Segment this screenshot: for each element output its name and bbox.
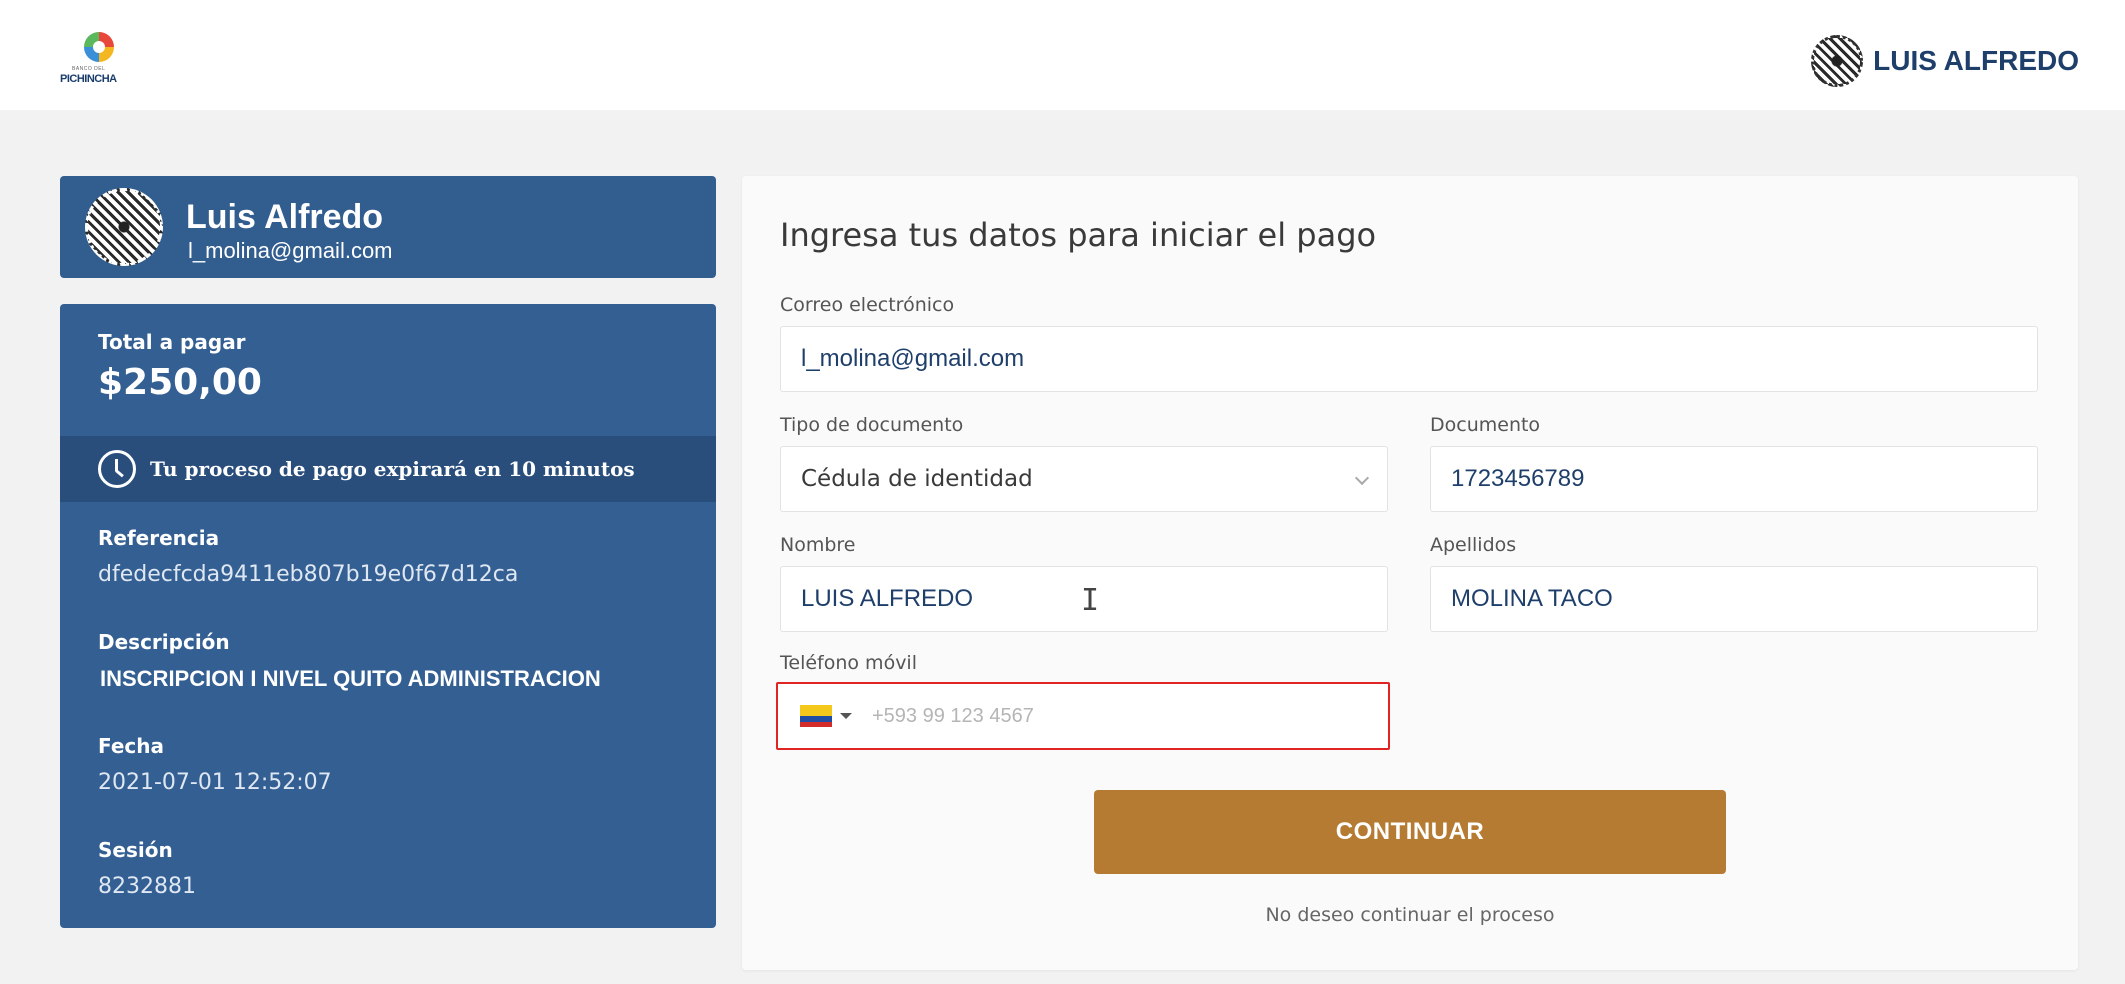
doc-type-label: Tipo de documento (780, 414, 964, 436)
email-field[interactable]: l_molina@gmail.com (780, 326, 2038, 392)
document-field[interactable]: 1723456789 (1430, 446, 2038, 512)
caret-down-icon[interactable] (840, 713, 852, 719)
last-name-field[interactable]: MOLINA TACO (1430, 566, 2038, 632)
profile-card: Luis Alfredo l_molina@gmail.com (60, 176, 716, 278)
description-value: INSCRIPCION I NIVEL QUITO ADMINISTRACION (100, 666, 601, 691)
profile-avatar-icon (85, 188, 163, 266)
doc-type-value: Cédula de identidad (801, 466, 1033, 492)
document-label: Documento (1430, 414, 1541, 436)
logo-text: PICHINCHA (60, 73, 117, 85)
date-value: 2021-07-01 12:52:07 (98, 770, 332, 795)
phone-input[interactable] (872, 704, 1352, 728)
form-title: Ingresa tus datos para iniciar el pago (780, 216, 1377, 254)
expiration-timer: Tu proceso de pago expirará en 10 minuto… (60, 436, 716, 502)
header-user-name: LUIS ALFREDO (1873, 45, 2079, 76)
total-label: Total a pagar (98, 330, 246, 354)
ecuador-flag-icon[interactable] (800, 705, 832, 727)
clock-icon (98, 450, 136, 488)
first-name-field[interactable]: LUIS ALFREDO I (780, 566, 1388, 632)
text-cursor-icon: I (1081, 583, 1100, 618)
bank-logo[interactable]: BANCO DEL PICHINCHA (58, 30, 142, 88)
top-bar: BANCO DEL PICHINCHA LUIS ALFREDO (0, 0, 2125, 110)
email-label: Correo electrónico (780, 294, 955, 316)
phone-field[interactable] (776, 682, 1390, 750)
user-avatar-icon (1811, 35, 1864, 87)
profile-email: l_molina@gmail.com (188, 238, 393, 263)
payment-summary: Total a pagar $250,00 Tu proceso de pago… (60, 304, 716, 928)
logo-subtext: BANCO DEL (72, 66, 106, 72)
reference-label: Referencia (98, 526, 220, 550)
timer-text: Tu proceso de pago expirará en 10 minuto… (150, 457, 635, 481)
email-value: l_molina@gmail.com (801, 345, 1025, 372)
document-value: 1723456789 (1451, 465, 1585, 492)
phone-label: Teléfono móvil (780, 652, 917, 674)
session-label: Sesión (98, 838, 173, 862)
total-amount: $250,00 (98, 362, 262, 403)
last-name-value: MOLINA TACO (1451, 585, 1613, 612)
doc-type-select[interactable]: Cédula de identidad (780, 446, 1388, 512)
profile-name: Luis Alfredo (186, 198, 384, 236)
cancel-link[interactable]: No deseo continuar el proceso (1094, 904, 1726, 926)
date-label: Fecha (98, 734, 165, 758)
first-name-label: Nombre (780, 534, 856, 556)
chevron-down-icon (1354, 470, 1370, 486)
user-menu[interactable]: LUIS ALFREDO (1811, 34, 2079, 88)
last-name-label: Apellidos (1430, 534, 1517, 556)
description-label: Descripción (98, 630, 230, 654)
continue-button[interactable]: CONTINUAR (1094, 790, 1726, 874)
reference-value: dfedecfcda9411eb807b19e0f67d12ca (98, 562, 519, 587)
session-value: 8232881 (98, 874, 196, 899)
first-name-value: LUIS ALFREDO (801, 585, 974, 612)
payment-form: Ingresa tus datos para iniciar el pago C… (742, 176, 2078, 970)
bank-logo-icon (84, 32, 114, 62)
